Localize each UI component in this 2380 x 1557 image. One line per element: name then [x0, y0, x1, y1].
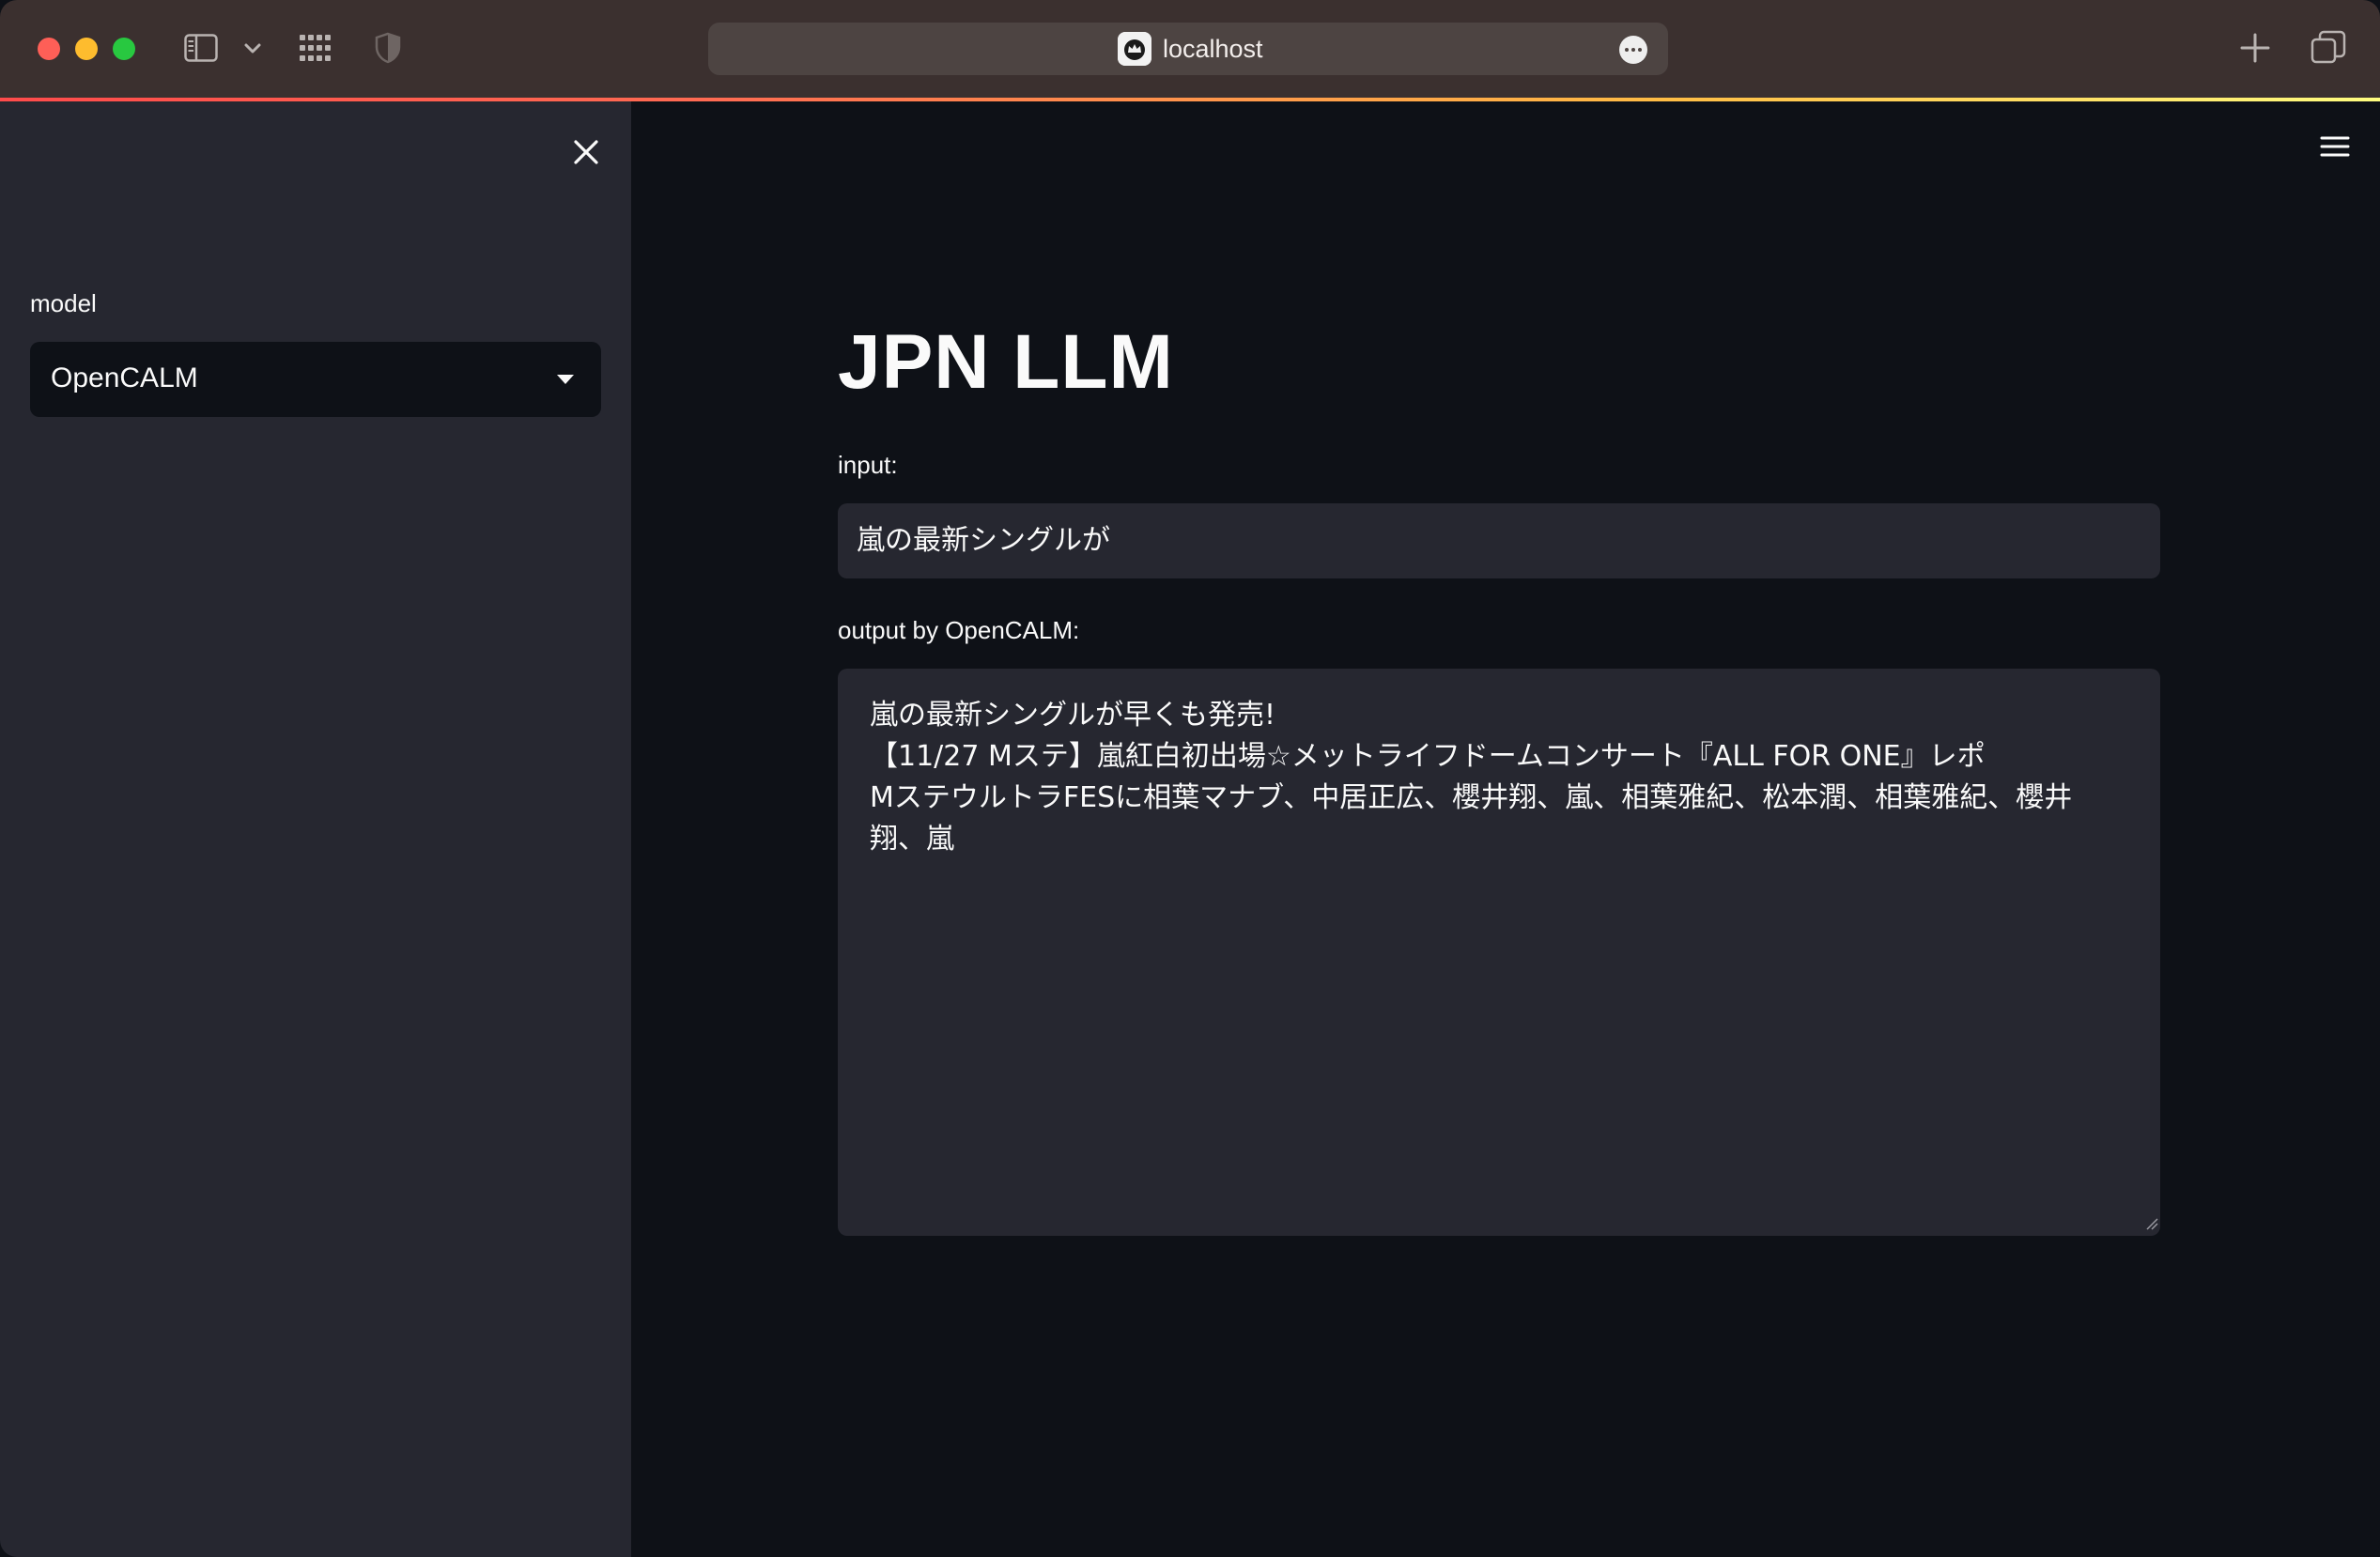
grid-icon[interactable] [299, 34, 331, 62]
page-title: JPN LLM [838, 319, 1174, 405]
input-label: input: [838, 451, 898, 479]
browser-window: localhost model OpenCALM JPN LLM input: … [0, 0, 2380, 1557]
model-select-value: OpenCALM [51, 362, 198, 393]
hamburger-icon[interactable] [2318, 131, 2352, 162]
caret-down-icon [557, 375, 574, 384]
shield-icon[interactable] [374, 32, 402, 64]
model-select[interactable]: OpenCALM [30, 342, 601, 417]
sidebar: model OpenCALM [0, 101, 631, 1557]
streamlit-crown-icon [1118, 32, 1151, 66]
window-minimize-button[interactable] [75, 38, 98, 60]
output-textarea[interactable]: 嵐の最新シングルが早くも発売! 【11/27 Mステ】嵐紅白初出場☆メットライフ… [838, 669, 2160, 1236]
output-label: output by OpenCALM: [838, 616, 1080, 644]
sidebar-icon[interactable] [184, 34, 218, 62]
address-bar[interactable]: localhost [708, 23, 1668, 75]
browser-toolbar: localhost [0, 0, 2380, 98]
window-close-button[interactable] [38, 38, 60, 60]
window-maximize-button[interactable] [113, 38, 135, 60]
close-icon[interactable] [567, 133, 605, 171]
address-text: localhost [1163, 35, 1263, 63]
model-label: model [30, 289, 97, 317]
chevron-down-icon[interactable] [242, 38, 263, 58]
prompt-input[interactable] [838, 503, 2160, 578]
ellipsis-icon[interactable] [1619, 36, 1647, 64]
resize-handle-icon[interactable] [2145, 1217, 2158, 1230]
plus-icon[interactable] [2239, 32, 2271, 64]
tabs-overview-icon[interactable] [2310, 30, 2346, 66]
